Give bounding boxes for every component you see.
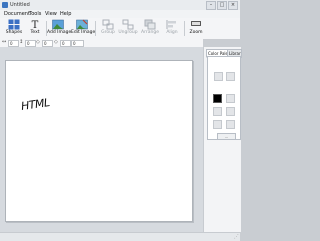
resize-grip-icon[interactable]: ⋰ <box>234 234 239 240</box>
add-image-icon <box>52 19 64 30</box>
ungroup-button[interactable]: Ungroup <box>117 19 139 38</box>
work-area: HTML <box>0 47 203 232</box>
color-swatch[interactable] <box>226 120 235 129</box>
menu-tools[interactable]: Tools <box>29 11 41 17</box>
position-y-icon: ↕ <box>19 39 24 45</box>
canvas-text-object[interactable]: HTML <box>20 96 50 113</box>
color-swatch[interactable] <box>226 94 235 103</box>
window-controls: – □ × <box>206 1 238 10</box>
width-field[interactable]: 0 <box>42 40 53 47</box>
zoom-button[interactable]: Zoom <box>185 19 207 38</box>
text-button[interactable]: T Text <box>24 19 46 38</box>
side-panel: Color Palette Library ... <box>203 47 242 232</box>
zoom-icon <box>191 21 201 26</box>
position-y-field[interactable]: 0 <box>25 40 36 47</box>
color-swatch-selected[interactable] <box>213 94 222 103</box>
ungroup-label: Ungroup <box>118 30 138 35</box>
menu-document[interactable]: Document <box>4 11 30 17</box>
edit-image-button[interactable]: Edit Image <box>71 19 96 38</box>
shapes-icon <box>8 19 20 30</box>
arrange-label: Arrange <box>141 30 159 35</box>
height-field[interactable]: 0 <box>60 40 71 47</box>
align-label: Align <box>166 30 178 35</box>
position-x-icon: ↔ <box>2 39 7 45</box>
close-button[interactable]: × <box>228 1 238 10</box>
color-swatch[interactable] <box>213 107 222 116</box>
shapes-label: Shapes <box>5 30 23 35</box>
svg-text:T: T <box>32 20 39 30</box>
arrange-icon <box>144 19 156 30</box>
window-title: Untitled <box>10 2 30 8</box>
menu-view[interactable]: View <box>45 11 57 17</box>
edit-image-icon <box>76 19 88 30</box>
zoom-label: Zoom <box>189 30 203 35</box>
more-colors-button[interactable]: ... <box>217 133 236 140</box>
text-label: Text <box>30 30 40 35</box>
rotation-field[interactable]: 0 <box>71 40 84 47</box>
color-swatch[interactable] <box>213 120 222 129</box>
color-swatch[interactable] <box>226 72 235 81</box>
shapes-button[interactable]: Shapes <box>3 19 25 38</box>
group-label: Group <box>101 30 115 35</box>
toolbar: Shapes T Text Add Image Edit Image Group <box>0 18 240 40</box>
color-palette: ... <box>207 56 241 140</box>
arrange-button[interactable]: Arrange <box>139 19 161 38</box>
toolbar-separator <box>95 21 96 36</box>
menu-bar: Document Tools View Help <box>0 10 240 18</box>
position-x-field[interactable]: 0 <box>8 40 19 47</box>
properties-bar: ↔ 0 ↕ 0 ◇ 0 ◇ 0 0 <box>0 39 203 47</box>
width-icon: ◇ <box>36 39 40 45</box>
minimize-button[interactable]: – <box>206 1 216 10</box>
add-image-label: Add Image <box>47 30 72 35</box>
group-button[interactable]: Group <box>97 19 119 38</box>
add-image-button[interactable]: Add Image <box>47 19 72 38</box>
app-icon <box>2 2 8 8</box>
menu-help[interactable]: Help <box>60 11 71 17</box>
align-button[interactable]: Align <box>161 19 183 38</box>
color-swatch[interactable] <box>214 72 223 81</box>
ungroup-icon <box>122 19 134 30</box>
edit-image-label: Edit Image <box>71 30 96 35</box>
group-icon <box>102 19 114 30</box>
maximize-button[interactable]: □ <box>217 1 227 10</box>
text-icon: T <box>32 20 39 30</box>
height-icon: ◇ <box>54 39 58 45</box>
color-swatch[interactable] <box>226 107 235 116</box>
document-canvas[interactable]: HTML <box>5 60 193 222</box>
align-icon <box>166 20 176 29</box>
